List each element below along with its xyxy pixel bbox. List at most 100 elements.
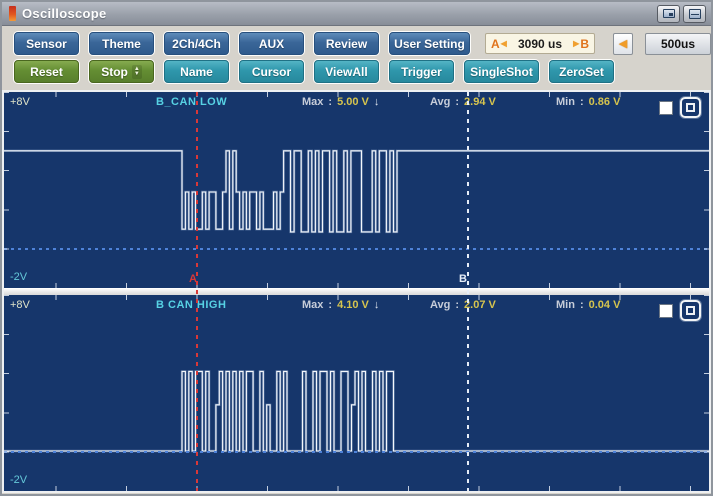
split-window-icon [689,9,701,19]
ab-cursor-readout: A ◀ 3090 us ▶ B [485,33,595,54]
cursor-a-left-arrow-icon[interactable]: ◀ [500,39,508,48]
aux-button[interactable]: AUX [239,32,304,55]
zeroset-button-label: ZeroSet [559,65,604,79]
colon: : [328,96,332,108]
left-triangle-icon: ◀ [619,37,627,50]
trigger-button[interactable]: Trigger [389,60,454,83]
channel-1-max-readout: Max:5.00 V↓ [302,96,379,108]
expand-icon [686,103,695,112]
channel-2-visibility-checkbox[interactable] [659,304,673,318]
spinner-arrows-icon: ▲▼ [132,65,142,79]
cursor-a-letter: A [491,37,500,51]
channel-1-panel: +8V -2V B_CAN LOW Max:5.00 V↓ Avg:2.94 V… [4,92,709,288]
channel-1-left-ticks [4,92,9,288]
singleshot-button-label: SingleShot [470,65,533,79]
theme-button-label: Theme [102,37,141,51]
colon: : [455,96,459,108]
timebase-decrease-button[interactable]: ◀ [613,33,633,55]
toolbar: Sensor Theme 2Ch/4Ch AUX Review User Set… [2,26,711,90]
cursor-b-right-arrow-icon[interactable]: ▶ [572,39,580,48]
colon: : [328,299,332,311]
title-bar: Oscilloscope [2,2,711,26]
scope-display: +8V -2V B_CAN LOW Max:5.00 V↓ Avg:2.94 V… [2,90,711,493]
max-marker-icon: ↓ [374,96,380,108]
avg-label: Avg [430,299,450,311]
oscilloscope-window: Oscilloscope Sensor Theme 2Ch/4Ch AUX Re… [0,0,713,496]
run-stop-button[interactable]: Stop ▲▼ [89,60,154,83]
toolbar-row-2: Reset Stop ▲▼ Name Cursor ViewAll Trigge… [14,60,614,83]
name-button-label: Name [180,65,213,79]
colon: : [580,299,584,311]
channel-2-top-voltage-label: +8V [10,299,30,311]
channel-1-name: B_CAN LOW [156,96,227,108]
min-value: 0.04 V [589,299,621,311]
window-restore-button[interactable] [657,5,680,23]
colon: : [455,299,459,311]
expand-icon [686,306,695,315]
min-label: Min [556,299,575,311]
app-icon [9,6,16,21]
channel-2-bottom-ticks [4,486,709,491]
singleshot-button[interactable]: SingleShot [464,60,539,83]
aux-button-label: AUX [259,37,284,51]
channel-1-bottom-voltage-label: -2V [10,271,27,283]
channel-1-visibility-checkbox[interactable] [659,101,673,115]
channel-1-expand-button[interactable] [680,97,701,118]
channel-2-panel: +8V -2V B CAN HIGH Max:4.10 V↓ Avg:2.07 … [4,295,709,491]
window-layout-button[interactable] [683,5,706,23]
viewall-button-label: ViewAll [325,65,367,79]
timebase-value: 500us [645,33,711,55]
cursor-button-label: Cursor [252,65,291,79]
max-value: 4.10 V [337,299,369,311]
trigger-button-label: Trigger [401,65,442,79]
cursor-b-tag: B [459,273,467,285]
channel-1-waveform [4,92,709,288]
channel-2-zero-line [4,451,709,453]
min-value: 0.86 V [589,96,621,108]
channel-2-min-readout: Min:0.04 V [556,299,620,311]
measurement-cursor-b[interactable] [467,92,469,491]
channel-2-waveform [4,295,709,491]
viewall-button[interactable]: ViewAll [314,60,379,83]
colon: : [580,96,584,108]
channel-1-right-ticks [704,92,709,288]
channel-mode-button-label: 2Ch/4Ch [172,37,221,51]
user-setting-button-label: User Setting [394,37,465,51]
channel-1-min-readout: Min:0.86 V [556,96,620,108]
cursor-button[interactable]: Cursor [239,60,304,83]
channel-2-max-readout: Max:4.10 V↓ [302,299,379,311]
sensor-button-label: Sensor [26,37,67,51]
review-button[interactable]: Review [314,32,379,55]
theme-button[interactable]: Theme [89,32,154,55]
max-value: 5.00 V [337,96,369,108]
channel-1-top-voltage-label: +8V [10,96,30,108]
min-label: Min [556,96,575,108]
channel-2-name: B CAN HIGH [156,299,226,311]
channel-2-avg-readout: Avg:2.07 V [430,299,496,311]
measurement-cursor-a[interactable] [196,92,198,491]
toolbar-row-1: Sensor Theme 2Ch/4Ch AUX Review User Set… [14,32,713,55]
window-title: Oscilloscope [22,6,654,21]
channel-2-expand-button[interactable] [680,300,701,321]
avg-label: Avg [430,96,450,108]
channel-2-bottom-voltage-label: -2V [10,474,27,486]
sensor-button[interactable]: Sensor [14,32,79,55]
review-button-label: Review [326,37,367,51]
name-button[interactable]: Name [164,60,229,83]
ab-delta-value: 3090 us [508,37,572,51]
channel-2-left-ticks [4,295,9,491]
max-label: Max [302,299,323,311]
restore-icon [663,9,675,18]
channel-mode-button[interactable]: 2Ch/4Ch [164,32,229,55]
user-setting-button[interactable]: User Setting [389,32,470,55]
channel-1-bottom-ticks [4,283,709,288]
channel-2-right-ticks [704,295,709,491]
cursor-a-tag: A [189,273,197,285]
reset-button-label: Reset [30,65,63,79]
channel-1-zero-line [4,248,709,250]
zeroset-button[interactable]: ZeroSet [549,60,614,83]
channel-1-avg-readout: Avg:2.94 V [430,96,496,108]
cursor-b-letter: B [580,37,589,51]
reset-button[interactable]: Reset [14,60,79,83]
panel-separator [4,288,709,295]
